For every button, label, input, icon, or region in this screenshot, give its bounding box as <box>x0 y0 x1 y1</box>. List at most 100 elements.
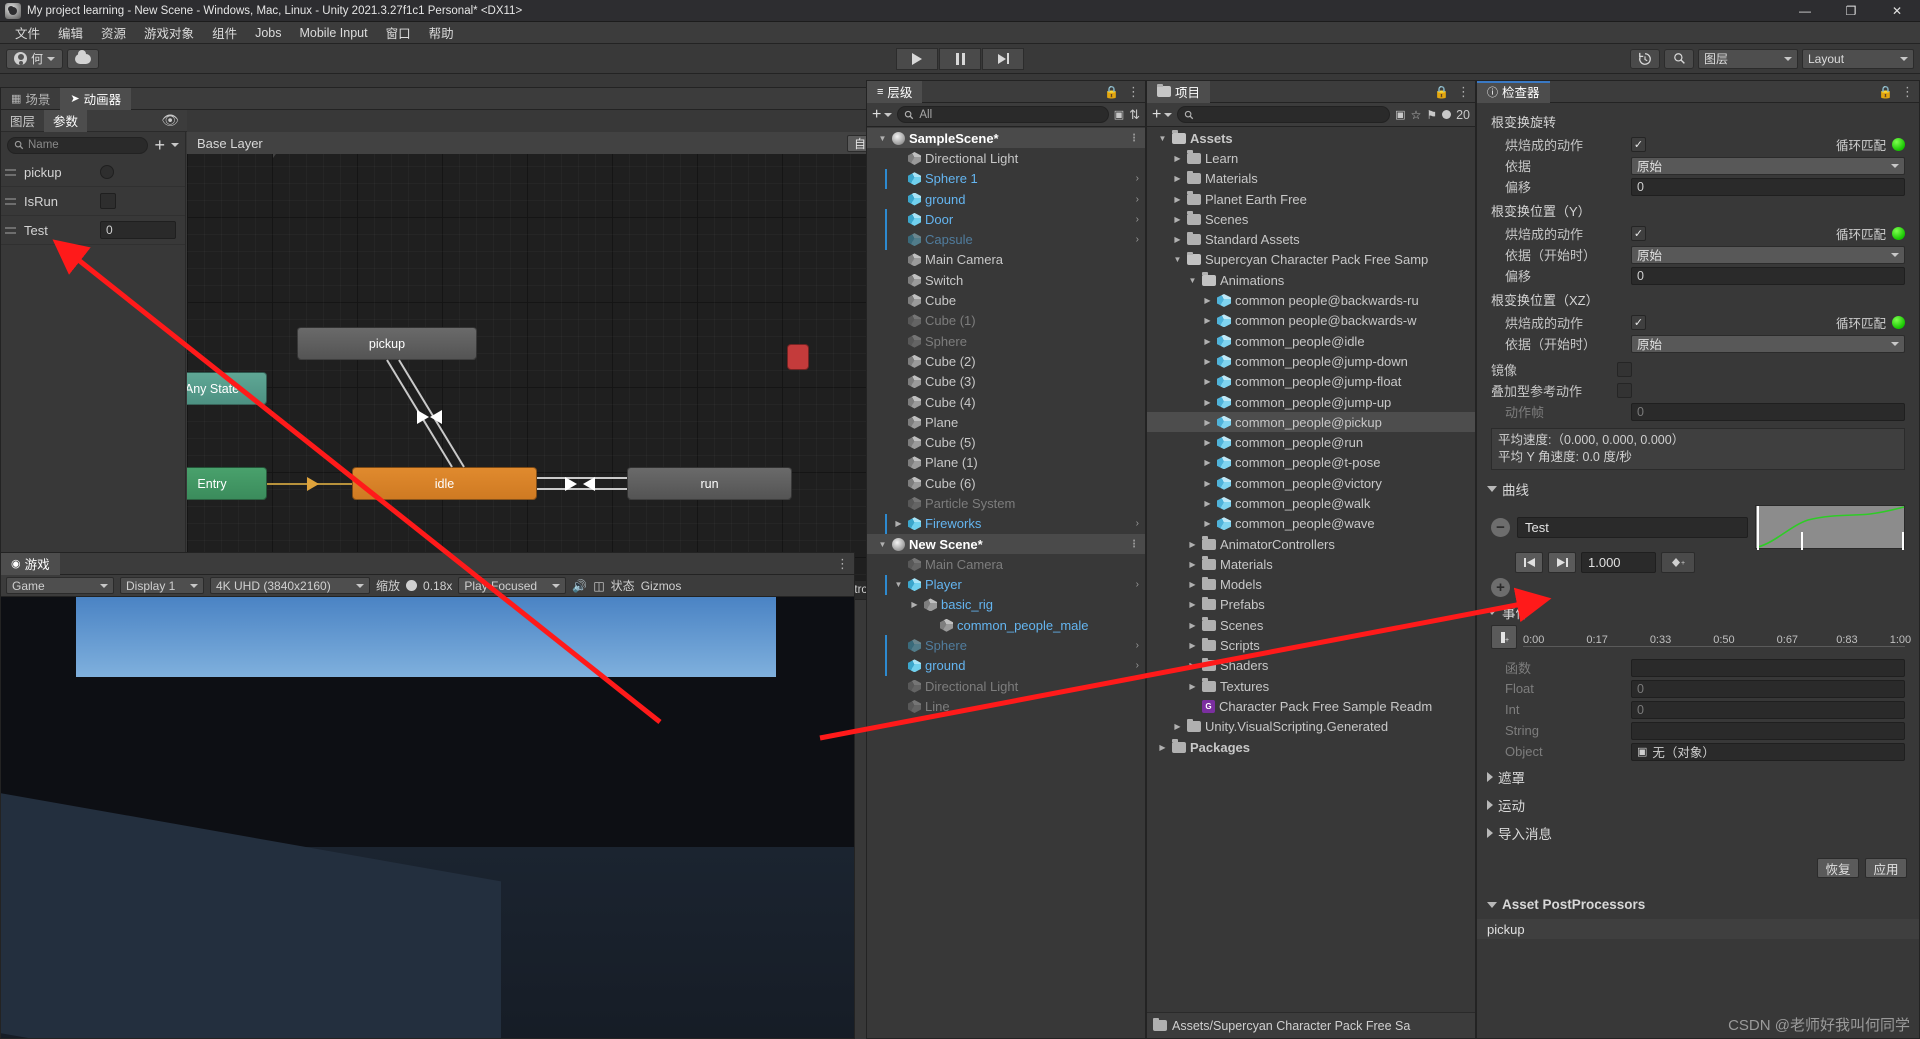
project-item-row[interactable]: ▶ Scripts <box>1147 635 1475 655</box>
tag-icon[interactable]: ⚑ <box>1426 108 1437 122</box>
twisty-icon[interactable]: ▶ <box>1187 682 1198 691</box>
twisty-icon[interactable]: ▶ <box>1172 154 1183 163</box>
hierarchy-item-row[interactable]: ▼ Player › <box>867 574 1145 595</box>
menu-item-jobs[interactable]: Jobs <box>246 24 290 42</box>
chevron-right-icon[interactable]: › <box>1136 640 1139 651</box>
display-dropdown[interactable]: Display 1 <box>120 577 204 594</box>
menu-item-file[interactable]: 文件 <box>6 21 49 44</box>
twisty-icon[interactable]: ▶ <box>1157 743 1168 752</box>
aspect-icon[interactable]: ◫ <box>593 579 604 593</box>
hierarchy-item-row[interactable]: Plane (1) <box>867 453 1145 473</box>
dropdown-based-upon-y[interactable]: 原始 <box>1631 245 1905 264</box>
gizmos-button[interactable]: Gizmos <box>641 579 682 593</box>
subtab-parameters[interactable]: 参数 <box>44 109 88 132</box>
checkbox-mirror[interactable] <box>1617 362 1632 377</box>
row-baked-into-pose-xz[interactable]: 烘焙成的动作 ✓ 循环匹配 <box>1477 312 1919 333</box>
menu-item-component[interactable]: 组件 <box>203 21 246 44</box>
chevron-right-icon[interactable]: › <box>1136 194 1139 205</box>
prev-key-button[interactable] <box>1515 552 1543 573</box>
hierarchy-item-row[interactable]: ▶ basic_rig <box>867 595 1145 615</box>
dropdown-based-upon-xz[interactable]: 原始 <box>1631 334 1905 353</box>
project-item-row[interactable]: ▼ Animations <box>1147 270 1475 290</box>
twisty-icon[interactable]: ▶ <box>1187 580 1198 589</box>
hierarchy-item-row[interactable]: Main Camera <box>867 554 1145 574</box>
scene-context-menu-icon[interactable]: ⋮ <box>1129 539 1139 550</box>
twisty-icon[interactable]: ▼ <box>1157 134 1168 143</box>
project-item-row[interactable]: ▶ common_people@idle <box>1147 331 1475 351</box>
twisty-icon[interactable]: ▶ <box>1172 235 1183 244</box>
add-curve-row[interactable]: + <box>1477 573 1919 597</box>
remove-curve-button[interactable]: − <box>1491 517 1510 537</box>
twisty-icon[interactable]: ▶ <box>1202 377 1213 386</box>
row-based-upon-xz[interactable]: 依据（开始时） 原始 <box>1477 333 1919 354</box>
chevron-right-icon[interactable]: › <box>1136 660 1139 671</box>
hierarchy-search-input[interactable]: All <box>897 106 1109 123</box>
close-icon[interactable]: ✕ <box>1874 0 1920 22</box>
zoom-slider-dot[interactable] <box>1442 110 1452 119</box>
twisty-icon[interactable]: ▶ <box>1202 398 1213 407</box>
twisty-icon[interactable]: ▼ <box>877 540 888 549</box>
section-motion[interactable]: 运动 <box>1477 790 1919 818</box>
twisty-icon[interactable]: ▶ <box>893 519 904 528</box>
subtab-layers[interactable]: 图层 <box>1 109 44 132</box>
stats-button[interactable]: 状态 <box>611 577 635 594</box>
row-based-upon-y[interactable]: 依据（开始时） 原始 <box>1477 244 1919 265</box>
hierarchy-item-row[interactable]: ▶ Fireworks › <box>867 513 1145 534</box>
search-type-icon[interactable]: ▣ <box>1114 108 1124 121</box>
hierarchy-item-row[interactable]: Sphere <box>867 331 1145 351</box>
trigger-toggle[interactable] <box>100 165 114 179</box>
project-tree[interactable]: ▼ Assets ▶ Learn ▶ Materials ▶ Planet Earth Fre… <box>1147 128 1475 1012</box>
bool-checkbox[interactable] <box>100 193 116 209</box>
add-curve-button[interactable]: + <box>1491 578 1510 597</box>
hierarchy-scene-row[interactable]: ▼ SampleScene* ⋮ <box>867 128 1145 149</box>
twisty-icon[interactable]: ▶ <box>1202 499 1213 508</box>
project-item-row[interactable]: ▶ Standard Assets <box>1147 229 1475 249</box>
menu-item-gameobject[interactable]: 游戏对象 <box>135 21 203 44</box>
tab-hierarchy[interactable]: ≡ 层级 <box>867 80 923 103</box>
row-baked-into-pose-y[interactable]: 烘焙成的动作 ✓ 循环匹配 <box>1477 223 1919 244</box>
twisty-icon[interactable]: ▶ <box>1172 195 1183 204</box>
project-item-row[interactable]: ▶ Packages <box>1147 737 1475 757</box>
checkbox-baked-rotation[interactable]: ✓ <box>1631 137 1646 152</box>
tab-inspector[interactable]: ⓘ 检查器 <box>1477 80 1550 103</box>
project-item-row[interactable]: ▶ AnimatorControllers <box>1147 534 1475 554</box>
twisty-icon[interactable]: ▼ <box>893 580 904 589</box>
row-baked-into-pose-rotation[interactable]: 烘焙成的动作 ✓ 循环匹配 <box>1477 134 1919 155</box>
project-item-row[interactable]: ▶ Scenes <box>1147 209 1475 229</box>
section-import-messages[interactable]: 导入消息 <box>1477 818 1919 846</box>
twisty-icon[interactable]: ▶ <box>1172 174 1183 183</box>
twisty-icon[interactable]: ▶ <box>1187 560 1198 569</box>
project-item-row[interactable]: ▶ Unity.VisualScripting.Generated <box>1147 717 1475 737</box>
parameter-row-pickup[interactable]: pickup <box>1 158 185 187</box>
row-event-float[interactable]: Float 0 <box>1477 678 1919 699</box>
menu-item-assets[interactable]: 资源 <box>92 21 135 44</box>
hierarchy-item-row[interactable]: Particle System <box>867 493 1145 513</box>
chevron-right-icon[interactable]: › <box>1136 173 1139 184</box>
twisty-icon[interactable]: ▶ <box>1187 641 1198 650</box>
row-mirror[interactable]: 镜像 <box>1477 359 1919 380</box>
chevron-right-icon[interactable]: › <box>1136 234 1139 245</box>
play-button[interactable] <box>896 47 938 70</box>
curve-name-input[interactable]: Test <box>1517 516 1748 538</box>
hierarchy-item-row[interactable]: common_people_male <box>867 615 1145 635</box>
revert-button[interactable]: 恢复 <box>1817 858 1859 878</box>
project-item-row[interactable]: ▶ Scenes <box>1147 615 1475 635</box>
project-item-row[interactable]: ▶ common_people@run <box>1147 432 1475 452</box>
row-event-function[interactable]: 函数 <box>1477 657 1919 678</box>
hierarchy-scene-row[interactable]: ▼ New Scene* ⋮ <box>867 533 1145 555</box>
step-button[interactable] <box>982 47 1024 70</box>
panel-menu-icon[interactable]: ⋮ <box>1457 85 1470 98</box>
hierarchy-item-row[interactable]: Sphere 1 › <box>867 168 1145 189</box>
tab-project[interactable]: 项目 <box>1147 80 1211 103</box>
inspector-body[interactable]: 根变换旋转 烘焙成的动作 ✓ 循环匹配 依据 原始 偏移 0 根变换位置（Y） … <box>1477 104 1919 1038</box>
panel-menu-icon[interactable]: ⋮ <box>1127 85 1140 98</box>
input-offset-y[interactable]: 0 <box>1631 266 1905 285</box>
hierarchy-item-row[interactable]: Cube (6) <box>867 473 1145 493</box>
curve-preview[interactable] <box>1755 505 1905 550</box>
project-item-row[interactable]: ▶ common_people@walk <box>1147 493 1475 513</box>
add-parameter-button[interactable]: + <box>154 136 165 154</box>
hierarchy-item-row[interactable]: ground › <box>867 655 1145 677</box>
layout-dropdown[interactable]: Layout <box>1802 48 1914 69</box>
panel-menu-icon[interactable]: ⋮ <box>836 557 849 570</box>
project-item-row[interactable]: ▶ Prefabs <box>1147 595 1475 615</box>
